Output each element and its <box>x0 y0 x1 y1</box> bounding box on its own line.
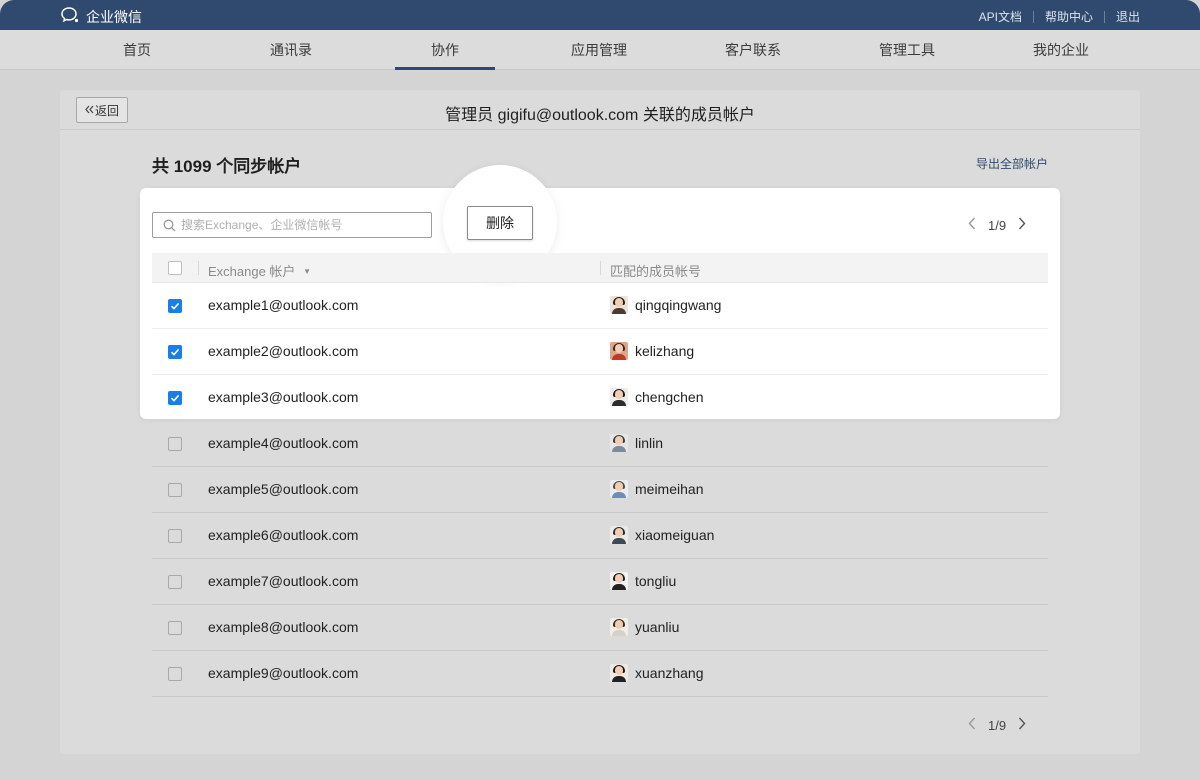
divider <box>1032 10 1034 23</box>
member-name: yuanliu <box>635 619 680 635</box>
tab-customer-contact[interactable]: 客户联系 <box>703 30 803 70</box>
help-center-link[interactable]: 帮助中心 <box>1045 8 1093 25</box>
wecom-logo-icon <box>60 6 80 27</box>
avatar-icon <box>610 342 628 360</box>
pager-bottom: 1/9 <box>968 717 1026 733</box>
exchange-account: example4@outlook.com <box>208 435 359 451</box>
tab-contacts[interactable]: 通讯录 <box>241 30 341 70</box>
top-bar: 企业微信 API文档 帮助中心 退出 <box>0 0 1200 30</box>
exchange-account: example5@outlook.com <box>208 481 359 497</box>
page-indicator: 1/9 <box>988 717 1007 733</box>
row-checkbox[interactable] <box>168 529 182 543</box>
row-checkbox[interactable] <box>168 621 182 635</box>
member-account: tongliu <box>610 572 676 590</box>
accounts-panel: 返回 管理员 gigifu@outlook.com 关联的成员帐户 共 1099… <box>60 90 1140 754</box>
column-header-member: 匹配的成员帐号 <box>610 264 702 279</box>
divider <box>1103 10 1105 23</box>
table-row[interactable]: example8@outlook.com yuanliu <box>152 605 1048 651</box>
panel-title: 管理员 gigifu@outlook.com 关联的成员帐户 <box>445 107 755 124</box>
column-header-exchange-label: Exchange 帐户 <box>208 264 296 279</box>
api-docs-link[interactable]: API文档 <box>979 8 1022 25</box>
pager-top: 1/9 <box>968 217 1026 233</box>
member-account: meimeihan <box>610 480 703 498</box>
chevron-right-icon[interactable] <box>1018 717 1026 733</box>
sort-indicator-icon: ▼ <box>303 267 311 276</box>
member-account: chengchen <box>610 388 704 406</box>
member-account: linlin <box>610 434 663 452</box>
avatar-icon <box>610 618 628 636</box>
row-checkbox[interactable] <box>168 575 182 589</box>
delete-button[interactable]: 删除 <box>467 206 533 240</box>
member-account: kelizhang <box>610 342 694 360</box>
tab-home[interactable]: 首页 <box>87 30 187 70</box>
table-row[interactable]: example3@outlook.com chengchen <box>152 375 1048 421</box>
row-checkbox[interactable] <box>168 667 182 681</box>
exchange-account: example9@outlook.com <box>208 665 359 681</box>
row-checkbox[interactable] <box>168 437 182 451</box>
panel-header: 返回 管理员 gigifu@outlook.com 关联的成员帐户 <box>60 90 1140 130</box>
column-divider <box>600 261 601 275</box>
table-row[interactable]: example5@outlook.com meimeihan <box>152 467 1048 513</box>
chevron-left-icon[interactable] <box>968 217 976 233</box>
exchange-account: example6@outlook.com <box>208 527 359 543</box>
chevron-right-icon[interactable] <box>1018 217 1026 233</box>
avatar-icon <box>610 388 628 406</box>
logout-link[interactable]: 退出 <box>1116 8 1140 25</box>
exchange-account: example2@outlook.com <box>208 343 359 359</box>
tab-my-enterprise[interactable]: 我的企业 <box>1011 30 1111 70</box>
avatar-icon <box>610 572 628 590</box>
table-header: Exchange 帐户 ▼ 匹配的成员帐号 <box>152 253 1048 283</box>
member-name: xiaomeiguan <box>635 527 715 543</box>
column-header-exchange[interactable]: Exchange 帐户 ▼ <box>208 261 311 280</box>
member-name: chengchen <box>635 389 704 405</box>
table-row[interactable]: example7@outlook.com tongliu <box>152 559 1048 605</box>
member-account: xiaomeiguan <box>610 526 714 544</box>
select-all-checkbox[interactable] <box>168 261 182 275</box>
avatar-icon <box>610 434 628 452</box>
row-checkbox[interactable] <box>168 299 182 313</box>
member-account: xuanzhang <box>610 664 704 682</box>
brand[interactable]: 企业微信 <box>60 6 142 27</box>
member-account: qingqingwang <box>610 296 721 314</box>
member-name: linlin <box>635 435 664 451</box>
table-row[interactable]: example9@outlook.com xuanzhang <box>152 651 1048 697</box>
search-box[interactable] <box>152 212 432 238</box>
tab-admin-tools[interactable]: 管理工具 <box>857 30 957 70</box>
table-row[interactable]: example4@outlook.com linlin <box>152 421 1048 467</box>
tab-app-management[interactable]: 应用管理 <box>549 30 649 70</box>
exchange-account: example3@outlook.com <box>208 389 359 405</box>
member-name: meimeihan <box>635 481 704 497</box>
member-name: qingqingwang <box>635 297 722 313</box>
brand-name: 企业微信 <box>86 8 142 25</box>
export-all-link[interactable]: 导出全部帐户 <box>976 155 1048 172</box>
table-row[interactable]: example1@outlook.com qingqingwang <box>152 283 1048 329</box>
avatar-icon <box>610 480 628 498</box>
member-name: xuanzhang <box>635 665 704 681</box>
row-checkbox[interactable] <box>168 391 182 405</box>
table-row[interactable]: example6@outlook.com xiaomeiguan <box>152 513 1048 559</box>
main-nav: 首页 通讯录 协作 应用管理 客户联系 管理工具 我的企业 <box>0 30 1200 70</box>
account-count: 共 1099 个同步帐户 <box>152 157 302 176</box>
member-name: kelizhang <box>635 343 695 359</box>
top-links: API文档 帮助中心 退出 <box>979 8 1140 25</box>
column-divider <box>198 261 199 275</box>
avatar-icon <box>610 526 628 544</box>
member-account: yuanliu <box>610 618 679 636</box>
table-row[interactable]: example2@outlook.com kelizhang <box>152 329 1048 375</box>
exchange-account: example8@outlook.com <box>208 619 359 635</box>
chevron-left-icon[interactable] <box>968 717 976 733</box>
avatar-icon <box>610 296 628 314</box>
page-indicator: 1/9 <box>988 217 1007 233</box>
row-checkbox[interactable] <box>168 483 182 497</box>
tab-collaboration[interactable]: 协作 <box>395 30 495 70</box>
search-input[interactable] <box>181 215 421 235</box>
exchange-account: example1@outlook.com <box>208 297 359 313</box>
member-name: tongliu <box>635 573 677 589</box>
row-checkbox[interactable] <box>168 345 182 359</box>
avatar-icon <box>610 664 628 682</box>
exchange-account: example7@outlook.com <box>208 573 359 589</box>
